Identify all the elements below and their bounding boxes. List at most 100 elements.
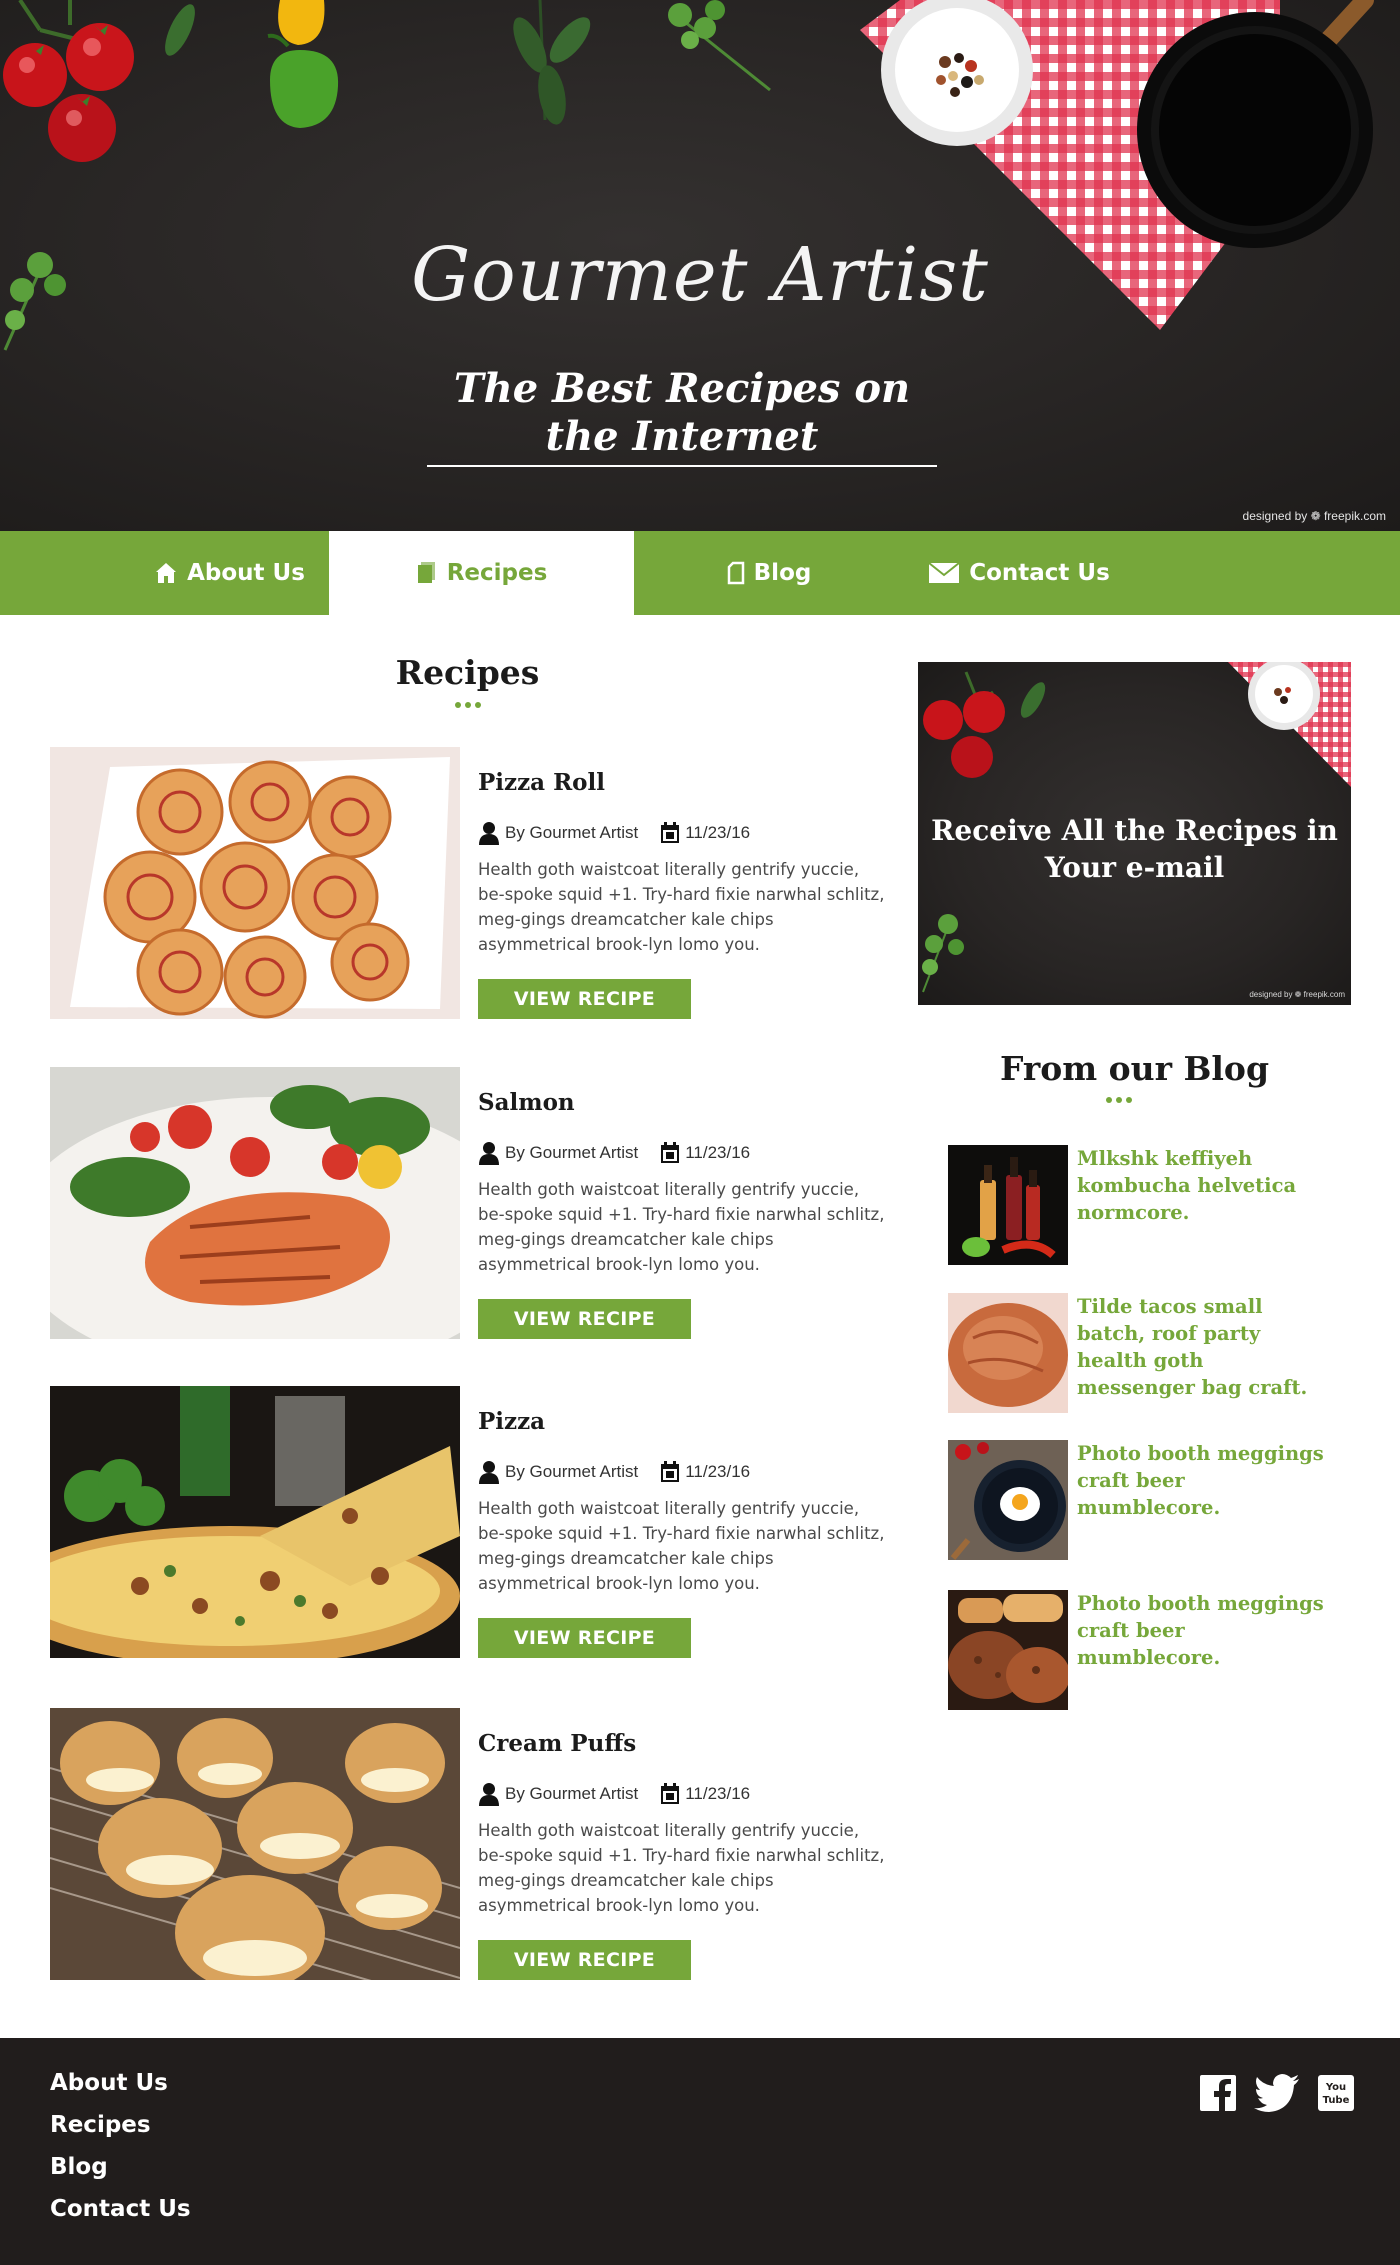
recipe-author: By Gourmet Artist: [478, 1141, 638, 1165]
nav-item-blog[interactable]: Blog: [634, 531, 904, 615]
blog-title[interactable]: Tilde tacos small batch, roof party heal…: [1077, 1293, 1327, 1401]
footer-link-blog[interactable]: Blog: [50, 2146, 191, 2188]
peppers-decoration: [267, 0, 339, 128]
recipe-card: Salmon By Gourmet Artist 11/23/16 Health…: [50, 1067, 885, 1339]
user-icon: [479, 822, 499, 845]
pages-icon: [417, 562, 435, 583]
recipe-description: Health goth waistcoat literally gentrify…: [478, 860, 885, 954]
hero-credit: designed by ❁ freepik.com: [1242, 509, 1386, 523]
recipe-meta: By Gourmet Artist 11/23/16: [478, 821, 772, 845]
recipe-date: 11/23/16: [660, 1783, 750, 1805]
recipe-meta: By Gourmet Artist 11/23/16: [478, 1782, 772, 1806]
promo-text: Receive All the Recipes in Your e-mail: [931, 814, 1338, 884]
tomatoes-decoration: [3, 0, 195, 162]
house-icon: [156, 563, 177, 583]
blog-thumb-bread[interactable]: [948, 1293, 1068, 1413]
social-links: You Tube: [1200, 2074, 1354, 2117]
nav-item-contact-us[interactable]: Contact Us: [904, 531, 1134, 615]
footer-link-contact-us[interactable]: Contact Us: [50, 2188, 191, 2230]
user-icon: [479, 1142, 499, 1165]
recipe-image-salmon[interactable]: [50, 1067, 460, 1339]
heading-dots: [455, 702, 481, 708]
date-text: 11/23/16: [685, 1143, 751, 1162]
author-name: By Gourmet Artist: [505, 1462, 639, 1481]
recipe-meta: By Gourmet Artist 11/23/16: [478, 1141, 772, 1165]
recipe-title[interactable]: Pizza Roll: [478, 769, 605, 796]
site-footer: About Us Recipes Blog Contact Us You Tube: [0, 2038, 1400, 2265]
footer-nav: About Us Recipes Blog Contact Us: [50, 2062, 191, 2230]
parsley-decoration: [668, 0, 771, 92]
recipe-image-pizza[interactable]: [50, 1386, 460, 1658]
recipe-author: By Gourmet Artist: [478, 1782, 638, 1806]
nav-label: About Us: [187, 560, 305, 586]
site-title: Gourmet Artist: [411, 232, 989, 318]
recipe-date: 11/23/16: [660, 1461, 750, 1483]
svg-text:Tube: Tube: [1323, 2095, 1350, 2106]
calendar-icon: [661, 822, 680, 843]
document-icon: [727, 561, 744, 585]
footer-link-about-us[interactable]: About Us: [50, 2062, 191, 2104]
basil-decoration: [513, 0, 591, 125]
blog-thumb-egg[interactable]: [948, 1440, 1068, 1560]
recipe-card: Cream Puffs By Gourmet Artist 11/23/16 H…: [50, 1708, 885, 1980]
hero-banner: Gourmet Artist The Best Recipes on the I…: [0, 0, 1400, 531]
recipe-card: Pizza By Gourmet Artist 11/23/16 Health …: [50, 1386, 885, 1658]
view-recipe-button[interactable]: VIEW RECIPE: [478, 979, 691, 1019]
view-recipe-button[interactable]: VIEW RECIPE: [478, 1618, 691, 1658]
calendar-icon: [661, 1783, 680, 1804]
svg-text:You: You: [1325, 2082, 1346, 2093]
twitter-icon[interactable]: [1254, 2074, 1300, 2117]
main-nav: About Us Recipes Blog Contact Us: [0, 531, 1400, 615]
recipe-title[interactable]: Pizza: [478, 1408, 545, 1435]
recipe-title[interactable]: Cream Puffs: [478, 1730, 636, 1757]
footer-link-recipes[interactable]: Recipes: [50, 2104, 191, 2146]
facebook-icon[interactable]: [1200, 2075, 1236, 2116]
recipe-date: 11/23/16: [660, 1142, 750, 1164]
blog-thumb-bottles[interactable]: [948, 1145, 1068, 1265]
promo-credit: designed by ❁ freepik.com: [1249, 990, 1345, 999]
blog-item: Photo booth meggings craft beer mumbleco…: [948, 1440, 1328, 1560]
blog-item: Photo booth meggings craft beer mumbleco…: [948, 1590, 1328, 1710]
author-name: By Gourmet Artist: [505, 823, 639, 842]
nav-label: Blog: [753, 560, 812, 586]
user-icon: [479, 1783, 499, 1806]
main-content: Recipes Pizza Roll By Gourmet Artist 11/…: [0, 615, 1400, 2038]
user-icon: [479, 1461, 499, 1484]
nav-item-about-us[interactable]: About Us: [130, 531, 329, 615]
date-text: 11/23/16: [685, 1462, 751, 1481]
recipe-image-pizza-roll[interactable]: [50, 747, 460, 1019]
nav-item-recipes[interactable]: Recipes: [329, 531, 634, 615]
blog-item: Mlkshk keffiyeh kombucha helvetica normc…: [948, 1145, 1328, 1265]
recipe-meta: By Gourmet Artist 11/23/16: [478, 1460, 772, 1484]
blog-title[interactable]: Photo booth meggings craft beer mumbleco…: [1077, 1590, 1327, 1671]
newsletter-promo[interactable]: Receive All the Recipes in Your e-mail d…: [918, 662, 1351, 1005]
calendar-icon: [661, 1142, 680, 1163]
heading-dots: [1106, 1097, 1132, 1103]
blog-title[interactable]: Mlkshk keffiyeh kombucha helvetica normc…: [1077, 1145, 1327, 1226]
recipe-date: 11/23/16: [660, 822, 750, 844]
recipe-author: By Gourmet Artist: [478, 821, 638, 845]
nav-label: Recipes: [446, 560, 548, 586]
date-text: 11/23/16: [685, 823, 751, 842]
date-text: 11/23/16: [685, 1784, 751, 1803]
recipe-description: Health goth waistcoat literally gentrify…: [478, 1499, 885, 1593]
calendar-icon: [661, 1461, 680, 1482]
blog-title[interactable]: Photo booth meggings craft beer mumbleco…: [1077, 1440, 1327, 1521]
blog-heading: From our Blog: [999, 1049, 1270, 1088]
blog-thumb-pastries[interactable]: [948, 1590, 1068, 1710]
youtube-icon[interactable]: You Tube: [1318, 2075, 1354, 2116]
nav-label: Contact Us: [969, 560, 1110, 586]
recipe-card: Pizza Roll By Gourmet Artist 11/23/16 He…: [50, 747, 885, 1019]
recipe-title[interactable]: Salmon: [478, 1089, 575, 1116]
recipe-description: Health goth waistcoat literally gentrify…: [478, 1821, 885, 1915]
view-recipe-button[interactable]: VIEW RECIPE: [478, 1940, 691, 1980]
author-name: By Gourmet Artist: [505, 1143, 639, 1162]
recipe-image-cream-puffs[interactable]: [50, 1708, 460, 1980]
envelope-icon: [928, 562, 960, 583]
blog-item: Tilde tacos small batch, roof party heal…: [948, 1293, 1328, 1413]
view-recipe-button[interactable]: VIEW RECIPE: [478, 1299, 691, 1339]
spice-bowl-decoration: [881, 0, 1033, 146]
author-name: By Gourmet Artist: [505, 1784, 639, 1803]
recipe-author: By Gourmet Artist: [478, 1460, 638, 1484]
